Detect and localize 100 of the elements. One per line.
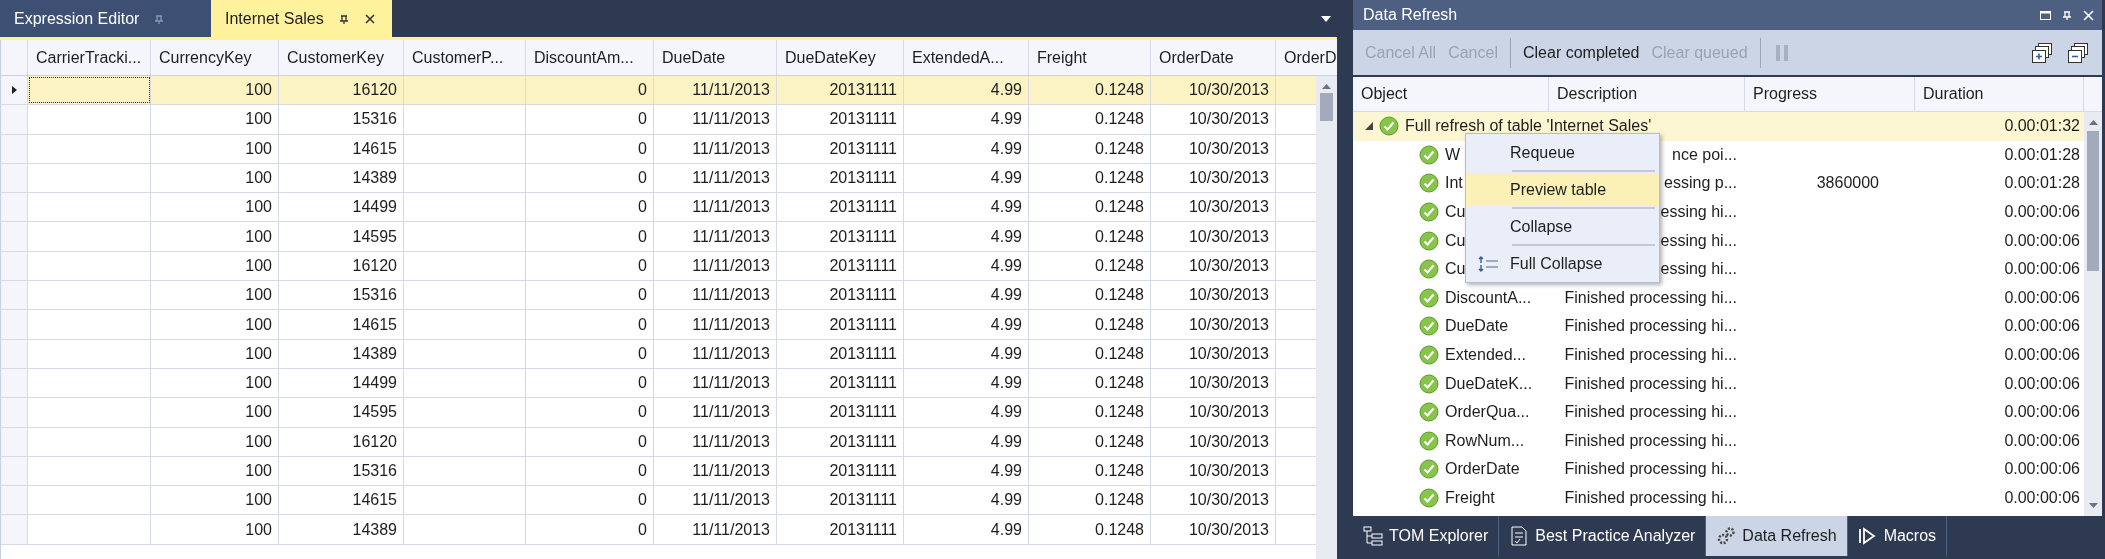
column-header[interactable]: CurrencyKey (151, 40, 279, 75)
maximize-icon[interactable] (2040, 10, 2051, 20)
scrollbar-thumb[interactable] (1320, 93, 1333, 121)
column-header[interactable]: DiscountAm... (526, 40, 654, 75)
expand-all-icon[interactable] (2032, 42, 2052, 63)
table-cell: 100 (151, 281, 279, 310)
object-name[interactable]: Cu (1445, 260, 1466, 279)
table-cell: 0 (526, 427, 654, 456)
table-cell: 10/30/2013 (1151, 339, 1276, 368)
table-cell: 14615 (279, 486, 404, 515)
duration-text: 0.00:00:06 (2004, 489, 2080, 506)
collapse-all-icon[interactable] (2068, 42, 2088, 63)
table-cell: 0.1248 (1029, 310, 1151, 339)
table-row[interactable]: 100 14389 0 11/11/2013 20131111 4.99 0.1248 10/30/2013 (1, 515, 1316, 545)
scroll-down-arrow-icon[interactable] (2088, 503, 2098, 508)
table-cell: 15316 (279, 456, 404, 486)
table-cell: 11/11/2013 (654, 339, 777, 368)
column-header[interactable]: DueDateKey (777, 40, 904, 75)
tool-window-tab[interactable]: TOM Explorer (1353, 516, 1500, 556)
table-row[interactable]: 100 14499 0 11/11/2013 20131111 4.99 0.1248 10/30/2013 (1, 368, 1316, 399)
column-header[interactable]: Duration (1915, 77, 2084, 111)
object-name[interactable]: Cu (1445, 203, 1466, 222)
object-name[interactable]: Cu (1445, 231, 1466, 250)
object-name[interactable]: DiscountA... (1445, 288, 1532, 307)
object-name[interactable]: Full refresh of table 'Internet Sales' (1405, 117, 1652, 136)
table-cell: 0.1248 (1029, 222, 1151, 251)
column-header[interactable]: Description (1549, 77, 1745, 111)
object-name[interactable]: W (1445, 145, 1461, 164)
table-cell: 14595 (279, 222, 404, 251)
table-row[interactable]: 100 14389 0 11/11/2013 20131111 4.99 0.1248 10/30/2013 (1, 339, 1316, 369)
pin-icon[interactable] (2061, 9, 2073, 21)
menu-item[interactable]: Preview table (1466, 173, 1659, 206)
table-cell: 100 (151, 76, 279, 105)
object-name[interactable]: DueDateK... (1445, 374, 1533, 393)
column-header[interactable]: Object (1353, 77, 1549, 111)
column-header[interactable]: Freight (1029, 40, 1151, 75)
column-header[interactable]: DueDate (654, 40, 777, 75)
object-name[interactable]: OrderQua... (1445, 403, 1530, 422)
table-cell: 20131111 (777, 76, 904, 105)
table-cell: 4.99 (904, 427, 1029, 456)
table-row[interactable]: 100 14499 0 11/11/2013 20131111 4.99 0.1248 10/30/2013 (1, 193, 1316, 223)
object-name[interactable]: Freight (1445, 489, 1495, 507)
table-cell: 14615 (279, 310, 404, 339)
object-name[interactable]: Extended... (1445, 346, 1526, 365)
check-circle-icon (1419, 202, 1439, 223)
table-row[interactable]: 100 16120 0 11/11/2013 20131111 4.99 0.1248 10/30/2013 (1, 251, 1316, 282)
check-circle-icon (1419, 287, 1439, 308)
table-row[interactable]: 100 15316 0 11/11/2013 20131111 4.99 0.1248 10/30/2013 (1, 456, 1316, 487)
menu-item[interactable]: Full Collapse (1466, 247, 1659, 280)
description-text: Finished processing hi... (1564, 403, 1737, 421)
table-cell: 10/30/2013 (1151, 281, 1276, 310)
scroll-up-arrow-icon[interactable] (2088, 120, 2098, 125)
table-cell: 20131111 (777, 251, 904, 281)
collapse-all-icon (1477, 255, 1499, 272)
column-header[interactable]: Progress (1745, 77, 1915, 111)
scrollbar-thumb[interactable] (2087, 131, 2099, 271)
object-name[interactable]: RowNum... (1445, 431, 1525, 450)
description-text: Finished processing hi... (1564, 317, 1737, 335)
table-row[interactable]: 100 14595 0 11/11/2013 20131111 4.99 0.1248 10/30/2013 (1, 222, 1316, 252)
table-row[interactable]: 100 14595 0 11/11/2013 20131111 4.99 0.1248 10/30/2013 (1, 398, 1316, 428)
menu-item[interactable]: Requeue (1466, 136, 1659, 169)
object-name[interactable]: Int (1445, 174, 1463, 193)
table-row[interactable]: 100 14615 0 11/11/2013 20131111 4.99 0.1248 10/30/2013 (1, 134, 1316, 164)
table-row[interactable]: 100 16120 0 11/11/2013 20131111 4.99 0.1248 10/30/2013 (1, 76, 1316, 106)
table-cell: 10/30/2013 (1151, 251, 1276, 281)
table-cell: 4.99 (904, 339, 1029, 368)
table-row[interactable]: 100 14615 0 11/11/2013 20131111 4.99 0.1248 10/30/2013 (1, 486, 1316, 516)
document-tab[interactable]: Internet Sales (211, 0, 392, 37)
column-header[interactable]: OrderDate (1151, 40, 1276, 75)
column-header[interactable]: OrderD (1276, 40, 1337, 75)
dropdown-caret-icon[interactable] (1321, 15, 1331, 22)
table-cell: 0 (526, 105, 654, 134)
table-cell: 14595 (279, 398, 404, 427)
table-cell: 0 (526, 163, 654, 193)
column-header[interactable]: CustomerP... (404, 40, 526, 75)
tool-window-tab[interactable]: Macros (1847, 516, 1948, 556)
close-icon[interactable] (363, 12, 376, 25)
duration-text: 0.00:00:06 (2004, 346, 2080, 364)
object-name[interactable]: DueDate (1445, 317, 1509, 336)
column-header[interactable]: CarrierTracki... (28, 40, 151, 75)
table-row[interactable]: 100 15316 0 11/11/2013 20131111 4.99 0.1248 10/30/2013 (1, 105, 1316, 135)
table-row[interactable]: 100 14389 0 11/11/2013 20131111 4.99 0.1248 10/30/2013 (1, 163, 1316, 194)
table-row[interactable]: 100 16120 0 11/11/2013 20131111 4.99 0.1248 10/30/2013 (1, 427, 1316, 457)
duration-text: 0.00:00:06 (2004, 203, 2080, 221)
table-row[interactable]: 100 14615 0 11/11/2013 20131111 4.99 0.1248 10/30/2013 (1, 310, 1316, 340)
table-cell: 100 (151, 368, 279, 398)
description-text: Finished processing hi... (1564, 288, 1737, 306)
table-cell: 11/11/2013 (654, 368, 777, 398)
menu-item[interactable]: Collapse (1466, 210, 1659, 243)
toolbar-button[interactable]: Clear completed (1516, 39, 1646, 66)
table-row[interactable]: 100 15316 0 11/11/2013 20131111 4.99 0.1248 10/30/2013 (1, 281, 1316, 311)
column-header[interactable]: ExtendedA... (904, 40, 1029, 75)
document-tab[interactable]: Expression Editor (0, 0, 211, 37)
tool-window-tab[interactable]: Data Refresh (1706, 516, 1848, 556)
description-text: Finished processing hi... (1564, 431, 1737, 449)
scroll-up-arrow-icon[interactable] (1322, 84, 1331, 89)
table-cell: 100 (151, 398, 279, 427)
object-name[interactable]: OrderDate (1445, 460, 1520, 479)
expanded-arrow-icon[interactable] (1365, 122, 1373, 131)
column-header[interactable]: CustomerKey (279, 40, 404, 75)
